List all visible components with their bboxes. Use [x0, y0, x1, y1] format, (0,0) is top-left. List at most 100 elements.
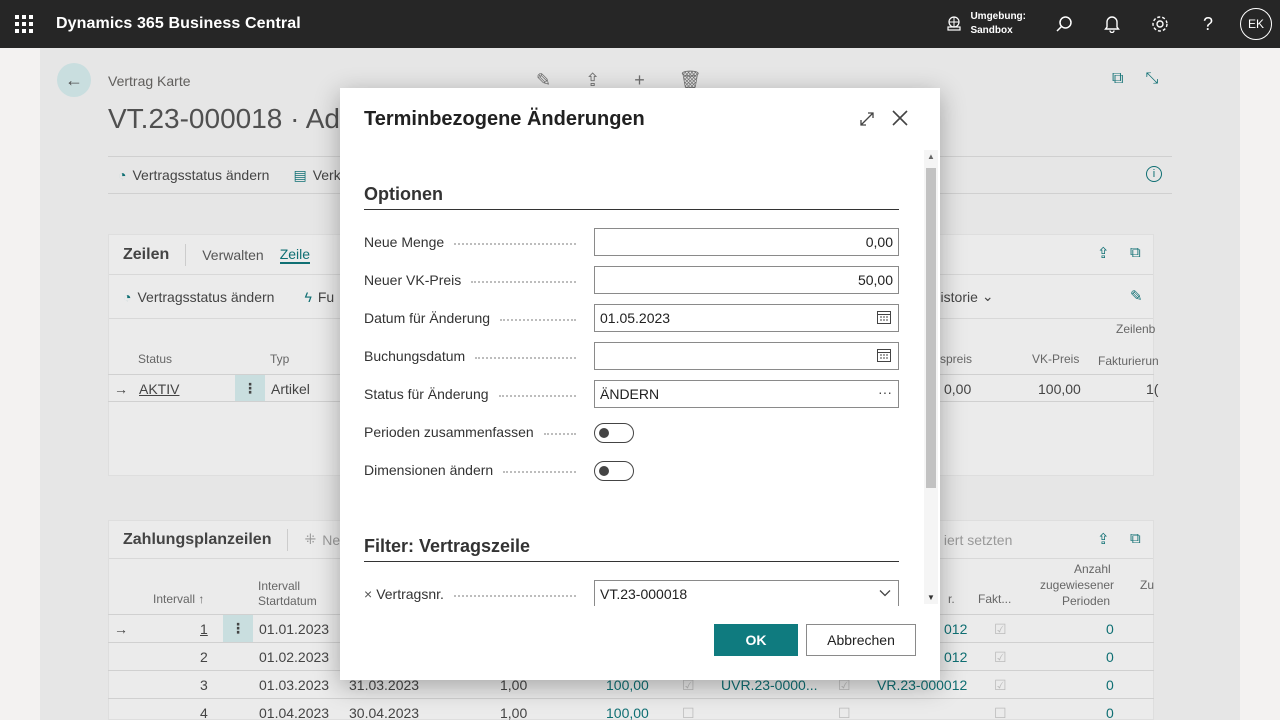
column-header-interval[interactable]: Intervall ↑ [153, 592, 204, 606]
ok-button[interactable]: OK [714, 624, 798, 656]
chevron-down-icon[interactable] [878, 586, 892, 600]
checkbox-icon: ☐ [994, 705, 1007, 720]
gear-icon[interactable] [1136, 0, 1184, 48]
expand-panel-icon[interactable]: ⧉ [1130, 244, 1141, 261]
column-header-invoicing[interactable]: Fakturierun [1098, 354, 1159, 368]
status-change-input[interactable]: ÄNDERN ··· [594, 380, 899, 408]
set-action[interactable]: iert setzten [944, 532, 1012, 548]
column-header-zu[interactable]: Zu [1140, 578, 1154, 592]
app-title[interactable]: Dynamics 365 Business Central [56, 15, 301, 33]
page-title: VT.23-000018 · Ada [108, 103, 356, 134]
back-arrow-icon[interactable]: ← [57, 63, 91, 97]
cancel-button[interactable]: Abbrechen [806, 624, 916, 656]
search-icon[interactable] [1040, 0, 1088, 48]
column-header-invoiced[interactable]: Fakt... [978, 592, 1011, 606]
change-date-input[interactable]: 01.05.2023 [594, 304, 899, 332]
row-interval[interactable]: 1 [200, 621, 208, 637]
close-icon[interactable] [888, 106, 912, 130]
tab-zeile[interactable]: Zeile [279, 246, 311, 264]
open-new-window-icon[interactable]: ⧉ [1112, 70, 1123, 88]
column-header-start-2[interactable]: Startdatum [258, 594, 317, 608]
row-quantity: 1,00 [500, 705, 528, 720]
page-right-icons: ⧉ ⤡ [1112, 70, 1158, 88]
status-change-icon: ◔ [123, 288, 132, 305]
share-icon[interactable]: ⇪ [1097, 244, 1110, 262]
tab-verwalten[interactable]: Verwalten [202, 247, 263, 263]
calendar-icon[interactable] [876, 347, 892, 363]
pin-icon[interactable]: ✎ [1130, 287, 1143, 305]
row-count[interactable]: 0 [1106, 649, 1114, 665]
row-amount[interactable]: 100,00 [606, 705, 649, 720]
filter-contract-no-value: VT.23-000018 [600, 586, 688, 602]
payment-schedule-title: Zahlungsplanzeilen [123, 530, 272, 548]
scroll-thumb[interactable] [926, 168, 936, 488]
column-header-price[interactable]: spreis [940, 352, 972, 366]
row-invoicing: 1( [1146, 381, 1159, 397]
lines-change-status-action[interactable]: Vertragsstatus ändern [137, 289, 274, 305]
lines-panel-title: Zeilen [123, 245, 170, 263]
app-launcher-icon[interactable] [0, 0, 48, 48]
column-header-sales-price[interactable]: VK-Preis [1032, 352, 1079, 366]
column-header-count-3[interactable]: Perioden [1062, 594, 1110, 608]
change-dimensions-label: Dimensionen ändern [364, 462, 584, 478]
new-sales-price-input[interactable]: 50,00 [594, 266, 899, 294]
column-header-r[interactable]: r. [948, 592, 955, 606]
new-sales-price-label: Neuer VK-Preis [364, 272, 584, 288]
bell-icon[interactable] [1088, 0, 1136, 48]
function-icon: ϟ [304, 288, 312, 305]
row-arrow-icon: → [114, 621, 128, 637]
environment-label: Umgebung: [970, 11, 1026, 22]
scroll-up-icon[interactable]: ▲ [927, 152, 935, 161]
row-menu-icon[interactable]: ⋮ [223, 615, 253, 642]
row-count[interactable]: 0 [1106, 705, 1114, 720]
posting-date-label: Buchungsdatum [364, 348, 584, 364]
avatar[interactable]: EK [1240, 8, 1272, 40]
new-quantity-label: Neue Menge [364, 234, 584, 250]
change-dimensions-toggle[interactable] [594, 461, 634, 481]
expand-panel-icon[interactable]: ⧉ [1130, 530, 1141, 547]
chevron-down-icon: ⌄ [981, 288, 994, 304]
row-sales-price: 100,00 [1038, 381, 1081, 397]
row-interval: 3 [200, 677, 208, 693]
column-header-type[interactable]: Typ [270, 352, 289, 366]
filter-contract-no-input[interactable]: VT.23-000018 [594, 580, 899, 606]
environment-indicator[interactable]: Umgebung: Sandbox [946, 10, 1026, 38]
section-options-title[interactable]: Optionen [364, 184, 443, 205]
change-date-label: Datum für Änderung [364, 310, 584, 326]
column-header-status[interactable]: Status [138, 352, 172, 366]
remove-filter-icon[interactable]: × [364, 586, 372, 602]
column-header-count-2[interactable]: zugewiesener [1040, 578, 1114, 592]
help-icon[interactable]: ? [1184, 0, 1232, 48]
info-icon[interactable]: i [1146, 166, 1162, 182]
row-count[interactable]: 0 [1106, 677, 1114, 693]
merge-periods-toggle[interactable] [594, 423, 634, 443]
new-quantity-input[interactable]: 0,00 [594, 228, 899, 256]
document-icon: ▤ [293, 166, 307, 183]
share-icon[interactable]: ⇪ [1097, 530, 1110, 548]
status-change-icon: ◔ [118, 167, 127, 183]
scroll-down-icon[interactable]: ▼ [927, 593, 935, 602]
posting-date-input[interactable] [594, 342, 899, 370]
calendar-icon[interactable] [876, 309, 892, 325]
row-voucher[interactable]: 012 [944, 621, 967, 637]
column-header-start-1[interactable]: Intervall [258, 579, 300, 593]
row-end-date: 30.04.2023 [349, 705, 420, 720]
checkbox-icon: ☑ [994, 649, 1007, 665]
section-filter-title[interactable]: Filter: Vertragszeile [364, 536, 530, 557]
collapse-icon[interactable]: ⤡ [1145, 70, 1158, 88]
checkbox-icon: ☐ [838, 705, 851, 720]
ellipsis-icon[interactable]: ··· [878, 384, 892, 400]
change-contract-status-action[interactable]: ◔ Vertragsstatus ändern [118, 167, 269, 183]
row-voucher[interactable]: 012 [944, 649, 967, 665]
column-header-count-1[interactable]: Anzahl [1074, 562, 1111, 576]
checkbox-icon: ☑ [994, 677, 1007, 693]
lines-functions-action[interactable]: Fu [318, 289, 334, 305]
environment-value: Sandbox [970, 25, 1013, 36]
dialog-scrollbar[interactable]: ▲ ▼ [924, 150, 938, 604]
row-status[interactable]: AKTIV [139, 381, 179, 397]
breadcrumb: Vertrag Karte [108, 73, 191, 89]
expand-icon[interactable] [856, 108, 878, 130]
row-start-date: 01.01.2023 [259, 621, 330, 637]
row-menu-icon[interactable]: ⋮ [235, 375, 265, 401]
row-count[interactable]: 0 [1106, 621, 1114, 637]
